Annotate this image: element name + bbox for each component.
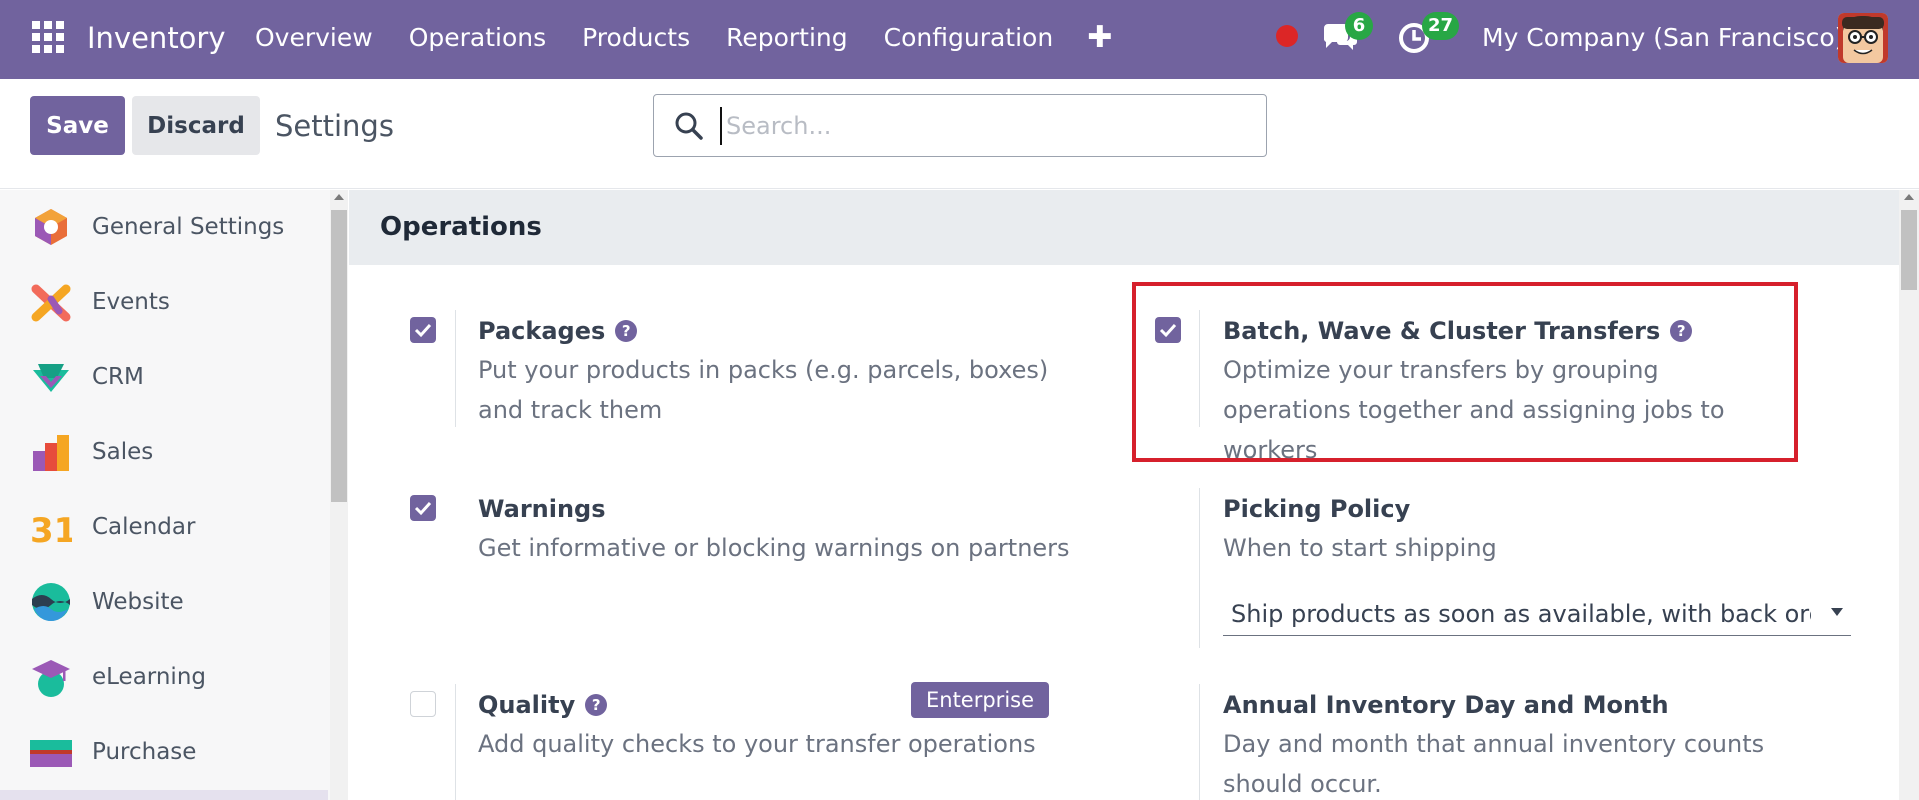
quality-title: Quality? [478,688,608,722]
scroll-up-arrow-icon[interactable] [334,194,344,200]
picking-policy-select[interactable]: Ship products as soon as available, with… [1223,592,1851,636]
search-bar[interactable] [653,94,1267,157]
picking-policy-title: Picking Policy [1223,495,1411,523]
sidebar-item-elearning[interactable]: eLearning [0,640,328,715]
menu-overview[interactable]: Overview [255,20,373,56]
crm-icon [33,364,69,392]
section-title: Operations [380,212,542,242]
events-icon [31,284,71,322]
quality-checkbox[interactable] [410,691,436,717]
divider [1199,684,1200,800]
sidebar-item-label: Calendar [92,514,196,540]
batch-transfers-title: Batch, Wave & Cluster Transfers? [1223,314,1693,348]
sidebar-scrollbar[interactable] [330,190,348,800]
sidebar-scrollbar-thumb[interactable] [331,210,347,502]
user-avatar[interactable] [1838,13,1888,63]
picking-policy-description: When to start shipping [1223,534,1497,562]
enterprise-badge[interactable]: Enterprise [911,682,1049,718]
divider [1199,488,1200,648]
divider [455,684,456,800]
packages-title: Packages? [478,314,638,348]
search-input[interactable] [720,107,1250,145]
settings-sidebar: General Settings Events CRM Sales 31 Cal… [0,190,330,800]
sidebar-item-purchase[interactable]: Purchase [0,715,328,790]
warnings-description: Get informative or blocking warnings on … [478,534,1070,562]
discard-button[interactable]: Discard [132,96,260,155]
page-title: Settings [275,109,394,143]
sidebar-item-general-settings[interactable]: General Settings [0,190,328,265]
help-icon[interactable]: ? [1670,320,1693,342]
divider [455,310,456,427]
plus-icon[interactable]: ✚ [1087,20,1112,56]
app-grid-icon[interactable] [31,20,65,54]
company-switcher[interactable]: My Company (San Francisco) [1482,20,1844,56]
scroll-up-arrow-icon[interactable] [1904,194,1914,200]
elearning-icon [32,660,70,697]
sidebar-item-label: eLearning [92,664,207,690]
settings-content: Operations Packages? Put your products i… [349,190,1899,800]
batch-transfers-description: Optimize your transfers by grouping oper… [1223,356,1725,464]
content-scrollbar[interactable] [1899,190,1919,800]
app-name[interactable]: Inventory [87,20,226,56]
sidebar-item-events[interactable]: Events [0,265,328,340]
sidebar-item-inventory-active[interactable] [0,790,328,800]
search-icon [675,112,703,140]
menu-operations[interactable]: Operations [409,20,546,56]
messages-count-badge: 6 [1345,12,1373,40]
activities-count-badge: 27 [1422,12,1460,40]
svg-text:31: 31 [30,511,72,548]
save-button[interactable]: Save [30,96,125,155]
annual-inventory-title: Annual Inventory Day and Month [1223,691,1669,719]
sidebar-item-label: Sales [92,439,154,465]
recording-indicator-icon[interactable] [1276,25,1298,47]
section-header: Operations [349,190,1899,265]
packages-checkbox[interactable] [410,317,436,343]
sidebar-item-website[interactable]: Website [0,565,328,640]
sidebar-item-label: General Settings [92,214,285,240]
picking-policy-selected-value: Ship products as soon as available, with… [1231,600,1811,628]
sidebar-item-label: Website [92,589,184,615]
packages-description: Put your products in packs (e.g. parcels… [478,356,1049,424]
calendar-icon: 31 [30,511,72,548]
annual-inventory-description: Day and month that annual inventory coun… [1223,730,1765,798]
sidebar-item-sales[interactable]: Sales [0,415,328,490]
control-panel: Save Discard Settings [0,79,1919,189]
quality-title-text: Quality [478,691,576,719]
purchase-icon [30,740,72,767]
quality-description: Add quality checks to your transfer oper… [478,730,1036,758]
sidebar-item-label: CRM [92,364,144,390]
warnings-title: Warnings [478,495,606,523]
menu-configuration[interactable]: Configuration [884,20,1054,56]
sidebar-item-crm[interactable]: CRM [0,340,328,415]
menu-reporting[interactable]: Reporting [726,20,848,56]
help-icon[interactable]: ? [585,694,608,716]
content-scrollbar-thumb[interactable] [1901,210,1917,290]
sidebar-item-label: Events [92,289,170,315]
website-icon [32,583,70,621]
sales-icon [33,435,69,471]
sidebar-item-label: Purchase [92,739,197,765]
top-navbar: Inventory Overview Operations Products R… [0,0,1919,79]
dropdown-caret-icon [1831,608,1843,616]
main-menu: Overview Operations Products Reporting C… [255,20,1112,56]
batch-transfers-title-text: Batch, Wave & Cluster Transfers [1223,317,1661,345]
warnings-checkbox[interactable] [410,495,436,521]
batch-transfers-checkbox[interactable] [1155,317,1181,343]
menu-products[interactable]: Products [582,20,690,56]
packages-title-text: Packages [478,317,606,345]
divider [1199,310,1200,427]
help-icon[interactable]: ? [615,320,638,342]
general-settings-icon [35,209,67,245]
sidebar-item-calendar[interactable]: 31 Calendar [0,490,328,565]
